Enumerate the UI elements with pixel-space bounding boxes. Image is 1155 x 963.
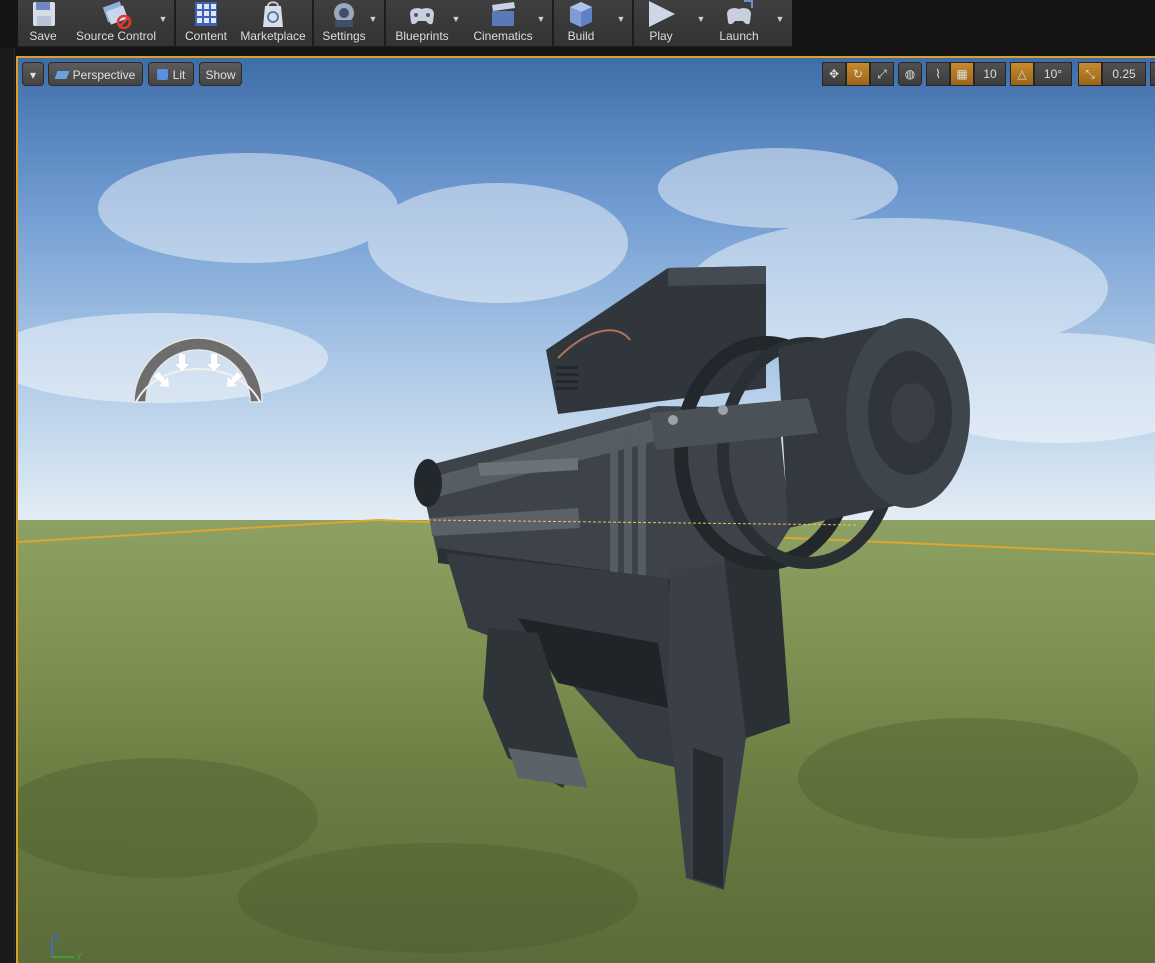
blueprints-dropdown[interactable]: ▼ [451, 14, 461, 24]
save-button[interactable]: Save [22, 0, 64, 46]
rotate-icon: ↻ [852, 67, 864, 81]
blueprints-label: Blueprints [395, 29, 449, 43]
gamepad-icon [410, 8, 434, 25]
cubes-icon [570, 2, 592, 27]
surface-snap-icon: ⌇ [935, 67, 941, 81]
scale-mode-button[interactable]: ⤢ [870, 62, 894, 86]
marketplace-button[interactable]: Marketplace [236, 0, 310, 46]
settings-button[interactable]: Settings [318, 0, 370, 46]
move-icon: ✥ [828, 67, 840, 81]
marketplace-icon [263, 1, 283, 27]
scale-snap-icon: ⤡ [1085, 67, 1095, 81]
rotate-mode-button[interactable]: ↻ [846, 62, 870, 86]
scale-icon: ⤢ [877, 67, 887, 81]
build-label: Build [567, 29, 595, 43]
source-control-label: Source Control [75, 29, 157, 43]
source-control-button[interactable]: Source Control [72, 0, 160, 46]
cinematics-dropdown[interactable]: ▼ [536, 14, 546, 24]
globe-icon: ◍ [904, 67, 916, 81]
content-icon [195, 2, 217, 26]
lit-label: Lit [172, 68, 186, 82]
cinematics-button[interactable]: Cinematics [470, 0, 536, 46]
source-control-icon [102, 1, 132, 30]
show-button[interactable]: Show [199, 62, 242, 86]
maximize-viewport-button[interactable] [1150, 62, 1155, 86]
launch-label: Launch [719, 29, 759, 43]
world-local-toggle[interactable]: ◍ [898, 62, 922, 86]
perspective-button[interactable]: Perspective [48, 62, 143, 86]
axis-indicator: Z Y [51, 932, 82, 961]
launch-button[interactable]: Launch [714, 0, 764, 46]
scene-overlay [18, 148, 1155, 953]
settings-dropdown[interactable]: ▼ [368, 14, 378, 24]
perspective-icon [54, 71, 70, 79]
axis-y-label: Y [76, 952, 82, 961]
grid-icon: ▦ [956, 67, 968, 81]
rotation-snap-value[interactable]: 10° [1034, 62, 1072, 86]
toolbar-separator [384, 0, 386, 46]
main-toolbar: Save Source Control ▼ Content Marketplac… [0, 0, 1155, 48]
settings-label: Settings [322, 29, 366, 43]
scale-snap-value[interactable]: 0.25 [1102, 62, 1146, 86]
toolbar-separator [632, 0, 634, 46]
scale-snap-toggle[interactable]: ⤡ [1078, 62, 1102, 86]
perspective-label: Perspective [72, 68, 136, 82]
build-dropdown[interactable]: ▼ [616, 14, 626, 24]
play-label: Play [649, 29, 673, 43]
play-dropdown[interactable]: ▼ [696, 14, 706, 24]
content-button[interactable]: Content [180, 0, 232, 46]
rotation-snap-toggle[interactable]: △ [1010, 62, 1034, 86]
launch-icon [727, 0, 753, 25]
build-button[interactable]: Build [558, 0, 604, 46]
viewport-options-dropdown[interactable]: ▾ [22, 62, 44, 86]
toolbar-separator [174, 0, 176, 46]
translate-mode-button[interactable]: ✥ [822, 62, 846, 86]
cinematics-label: Cinematics [473, 29, 533, 43]
left-panel-edge [0, 48, 15, 963]
lit-button[interactable]: Lit [148, 62, 194, 86]
scale-snap-label: 0.25 [1112, 67, 1136, 81]
blueprints-button[interactable]: Blueprints [390, 0, 454, 46]
source-control-dropdown[interactable]: ▼ [158, 14, 168, 24]
save-label: Save [29, 29, 57, 43]
play-icon [649, 1, 675, 27]
axis-z-label: Z [54, 932, 60, 942]
surface-snap-button[interactable]: ⌇ [926, 62, 950, 86]
angle-icon: △ [1017, 67, 1027, 81]
launch-dropdown[interactable]: ▼ [775, 14, 785, 24]
toolbar-separator [552, 0, 554, 46]
marketplace-label: Marketplace [240, 29, 306, 43]
lit-icon [156, 69, 168, 80]
play-button[interactable]: Play [638, 0, 684, 46]
clapper-icon [492, 2, 515, 26]
floppy-icon [33, 2, 55, 26]
grid-snap-toggle[interactable]: ▦ [950, 62, 974, 86]
toolbar-separator [312, 0, 314, 46]
level-viewport[interactable]: ▾ Perspective Lit Show ✥ ↻ ⤢ ◍ ⌇ ▦ 10 △ … [16, 56, 1155, 963]
gear-icon [334, 3, 354, 27]
grid-snap-label: 10 [983, 67, 997, 81]
rotation-snap-label: 10° [1043, 67, 1063, 81]
grid-snap-value[interactable]: 10 [974, 62, 1006, 86]
content-label: Content [184, 29, 228, 43]
show-label: Show [205, 68, 236, 82]
